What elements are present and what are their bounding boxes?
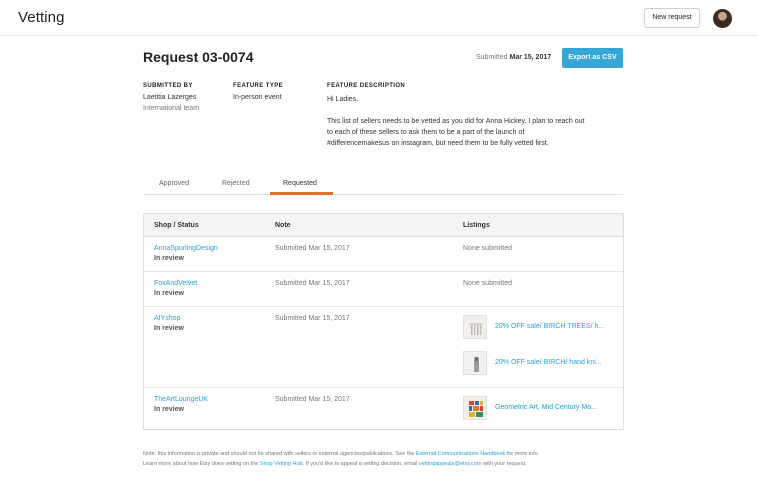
status-text: In review [154, 290, 184, 297]
row-note: Submitted Mar 15, 2017 [275, 315, 350, 322]
footer-text: Note: this information is private and sh… [143, 451, 417, 457]
submitted-date-value: Mar 15, 2017 [509, 54, 552, 61]
listings-none: None submitted [463, 245, 513, 252]
feature-description-greeting: Hi Ladies, [327, 96, 359, 103]
vetting-table: Shop / Status Note Listings AnnaSpurling… [143, 213, 624, 430]
new-request-button[interactable]: New request [644, 8, 700, 28]
submitted-by-name: Laetitia Lazerges [143, 94, 197, 101]
column-header-note: Note [275, 222, 291, 229]
export-csv-button[interactable]: Export as CSV [562, 48, 623, 68]
top-bar: Vetting New request [0, 0, 757, 36]
listing-link[interactable]: 20% OFF sale/ BIRCH TREES/ h... [495, 323, 604, 330]
feature-description: Hi Ladies, This list of sellers needs to… [327, 94, 587, 149]
birch-trees-thumbnail-image [464, 316, 486, 338]
submitted-by-team: International team [143, 105, 200, 112]
table-row: TheArtLoungeUK In review Submitted Mar 1… [144, 388, 623, 429]
shop-link[interactable]: FoxAndVelvet [154, 280, 197, 287]
row-note: Submitted Mar 15, 2017 [275, 245, 350, 252]
footer-text: with your request. [481, 461, 527, 467]
status-text: In review [154, 255, 184, 262]
listings-none: None submitted [463, 280, 513, 287]
tab-approved[interactable]: Approved [159, 180, 189, 187]
active-tab-indicator [270, 192, 333, 195]
birch-knit-thumbnail-image [464, 352, 486, 374]
status-text: In review [154, 325, 184, 332]
listing-thumbnail[interactable] [463, 351, 487, 375]
footer-text: for more info. [505, 451, 540, 457]
tab-rejected[interactable]: Rejected [222, 180, 250, 187]
submitted-date: Submitted Mar 15, 2017 [476, 54, 551, 61]
footer-text: . If you'd like to appeal a vetting deci… [302, 461, 419, 467]
column-header-shop-status: Shop / Status [154, 222, 199, 229]
table-row: FoxAndVelvet In review Submitted Mar 15,… [144, 272, 623, 307]
table-row: AIYshop In review Submitted Mar 15, 2017… [144, 307, 623, 388]
row-note: Submitted Mar 15, 2017 [275, 280, 350, 287]
avatar[interactable] [713, 9, 732, 28]
column-header-listings: Listings [463, 222, 490, 229]
app-title: Vetting [18, 9, 65, 26]
listing-thumbnail[interactable] [463, 315, 487, 339]
geometric-art-thumbnail-image [464, 397, 486, 419]
feature-type-label: FEATURE TYPE [233, 83, 284, 89]
status-text: In review [154, 406, 184, 413]
external-communications-handbook-link[interactable]: External Communications Handbook [416, 451, 505, 457]
shop-link[interactable]: AnnaSpurlingDesign [154, 245, 218, 252]
tab-requested[interactable]: Requested [283, 180, 317, 187]
shop-link[interactable]: TheArtLoungeUK [154, 396, 208, 403]
listing-thumbnail[interactable] [463, 396, 487, 420]
footer-line-1: Note: this information is private and sh… [143, 449, 623, 459]
feature-description-body: This list of sellers needs to be vetted … [327, 118, 585, 147]
feature-type-value: In-person event [233, 94, 282, 101]
footer-text: Learn more about how Etsy does vetting o… [143, 461, 260, 467]
listing-link[interactable]: 20% OFF sale/ BIRCH/ hand kni... [495, 359, 602, 366]
vetting-appeals-email-link[interactable]: vettingappeals@etsy.com [419, 461, 482, 467]
shop-link[interactable]: AIYshop [154, 315, 180, 322]
status-tabs: Approved Rejected Requested [143, 176, 623, 195]
row-note: Submitted Mar 15, 2017 [275, 396, 350, 403]
submitted-by-label: SUBMITTED BY [143, 83, 193, 89]
submitted-label: Submitted [476, 54, 508, 61]
table-row: AnnaSpurlingDesign In review Submitted M… [144, 237, 623, 272]
shop-vetting-hub-link[interactable]: Shop Vetting Hub [260, 461, 303, 467]
listing-link[interactable]: Geometric Art, Mid Century Mo... [495, 404, 597, 411]
table-header: Shop / Status Note Listings [144, 214, 623, 237]
footer-line-2: Learn more about how Etsy does vetting o… [143, 459, 623, 469]
footer-note: Note: this information is private and sh… [143, 449, 623, 469]
feature-description-label: FEATURE DESCRIPTION [327, 83, 406, 89]
page-title: Request 03-0074 [143, 49, 254, 65]
